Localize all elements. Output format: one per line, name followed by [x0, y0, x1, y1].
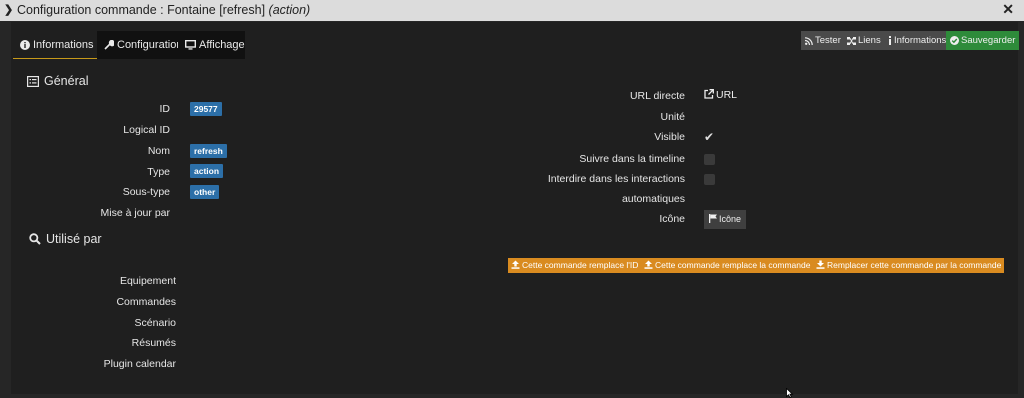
soustype-badge: other: [190, 185, 220, 199]
flag-icon: [709, 214, 717, 223]
tab-informations-label: Informations: [33, 39, 94, 51]
remplace-cmd-label: Cette commande remplace la commande: [655, 260, 811, 270]
nom-badge: refresh: [190, 144, 227, 158]
interdire-checkbox[interactable]: [704, 174, 715, 185]
mouse-cursor-icon: [786, 388, 794, 398]
timeline-checkbox[interactable]: [704, 154, 715, 165]
list-alt-icon: [27, 76, 40, 88]
maj-label: Mise à jour par: [100, 207, 170, 219]
icone-button-label: Icône: [719, 214, 742, 224]
section-general-title: Général: [44, 74, 89, 88]
modal-title-type: (action): [268, 3, 311, 17]
remplacer-par-label: Remplacer cette commande par la commande: [827, 260, 1002, 270]
wrench-icon: [104, 39, 116, 50]
tester-label: Tester: [815, 35, 841, 46]
upload-icon: [644, 260, 653, 269]
tester-button[interactable]: Tester: [801, 31, 845, 50]
scenario-label: Scénario: [134, 317, 176, 329]
liens-button[interactable]: Liens: [843, 31, 885, 50]
modal-titlebar: ❯ Configuration commande : Fontaine [ref…: [0, 0, 1024, 21]
logical-id-label: Logical ID: [123, 124, 170, 136]
remplace-id-button[interactable]: Cette commande remplace l'ID: [508, 258, 642, 273]
upload-icon: [511, 260, 520, 269]
timeline-label: Suivre dans la timeline: [579, 153, 685, 165]
search-icon: [29, 233, 41, 245]
save-button[interactable]: Sauvegarder: [946, 31, 1020, 50]
tab-configuration-label: Configuration: [117, 39, 183, 51]
rss-icon: [804, 37, 813, 46]
type-badge: action: [190, 164, 224, 178]
icone-button[interactable]: Icône: [704, 210, 746, 229]
remplace-cmd-button[interactable]: Cette commande remplace la commande: [641, 258, 814, 273]
type-label: Type: [147, 166, 170, 178]
informations-button[interactable]: Informations: [884, 31, 951, 50]
tab-configuration[interactable]: Configuration: [97, 31, 190, 59]
info-circle-icon: [20, 40, 30, 50]
section-general-heading: Général: [27, 74, 88, 88]
modal-title-text: Configuration commande : Fontaine [refre…: [17, 3, 266, 17]
section-utilise-title: Utilisé par: [46, 232, 102, 246]
chevron-right-icon[interactable]: ❯: [4, 3, 13, 16]
remplace-id-label: Cette commande remplace l'ID: [522, 260, 639, 270]
informations-label: Informations: [894, 35, 947, 46]
info-icon: [889, 36, 891, 45]
unite-label: Unité: [660, 111, 685, 123]
resumes-label: Résumés: [131, 337, 176, 349]
liens-label: Liens: [858, 35, 881, 46]
id-label: ID: [159, 103, 171, 115]
url-link[interactable]: URL: [704, 89, 737, 101]
visible-checkbox[interactable]: ✔: [704, 130, 714, 144]
icone-label: Icône: [659, 213, 685, 225]
equipement-label: Equipement: [119, 275, 176, 287]
tab-informations[interactable]: Informations: [13, 31, 101, 59]
tab-affichage-label: Affichage: [199, 39, 245, 51]
commandes-label: Commandes: [116, 296, 176, 308]
close-icon[interactable]: ✕: [1002, 1, 1014, 18]
external-link-icon: [704, 89, 714, 99]
download-icon: [816, 260, 825, 269]
section-utilise-heading: Utilisé par: [29, 232, 102, 246]
monitor-icon: [184, 39, 197, 50]
id-badge: 29577: [190, 102, 222, 116]
hierarchy-icon: [847, 37, 856, 45]
remplacer-par-button[interactable]: Remplacer cette commande par la commande: [813, 258, 1005, 273]
nom-label: Nom: [147, 145, 170, 157]
visible-label: Visible: [654, 131, 685, 143]
modal-title: Configuration commande : Fontaine [refre…: [17, 3, 310, 17]
check-circle-icon: [950, 36, 959, 45]
interdire-label: Interdire dans les interactions: [547, 173, 685, 185]
tab-affichage[interactable]: Affichage: [178, 31, 245, 59]
url-directe-label: URL directe: [629, 90, 685, 102]
plugin-calendar-label: Plugin calendar: [103, 358, 176, 370]
interdire-label-line2: automatiques: [621, 193, 685, 205]
soustype-label: Sous-type: [122, 186, 170, 198]
url-link-label: URL: [716, 89, 738, 101]
save-label: Sauvegarder: [961, 35, 1016, 46]
